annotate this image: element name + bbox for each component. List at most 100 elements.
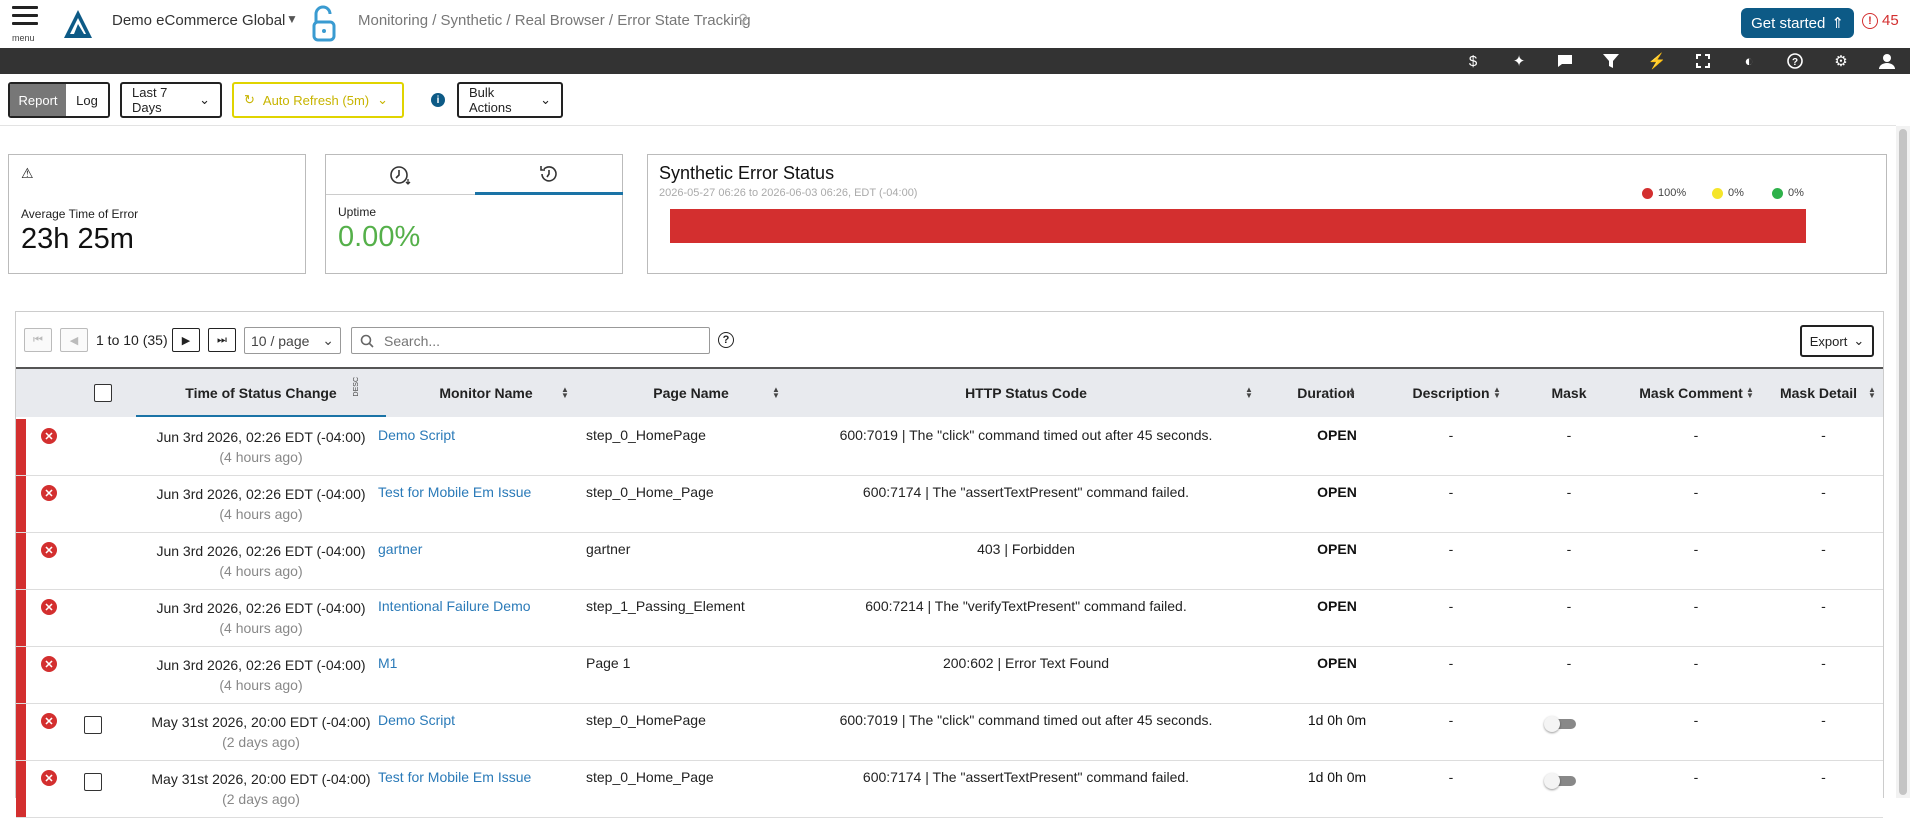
help-icon[interactable]: ? — [1784, 51, 1806, 71]
page-size-label: 10 / page — [251, 332, 310, 349]
divider — [0, 125, 1896, 126]
search-field — [351, 327, 710, 354]
table-row[interactable]: ✕ Jun 3rd 2026, 02:26 EDT (-04:00) (4 hour… — [16, 476, 1883, 533]
company-logo-icon[interactable] — [60, 6, 96, 42]
unlock-icon[interactable] — [310, 4, 338, 44]
col-mask[interactable]: Mask — [1519, 369, 1619, 417]
sparkles-icon[interactable]: ✦ — [1508, 51, 1530, 71]
monitor-name-link[interactable]: M1 — [378, 655, 397, 671]
fullscreen-icon[interactable] — [1692, 51, 1714, 71]
info-icon[interactable]: i — [431, 93, 445, 107]
sort-icon[interactable]: ▲ ▼ — [1746, 386, 1754, 400]
get-started-button[interactable]: Get started ⇑ — [1741, 8, 1854, 38]
history-icon — [540, 165, 557, 182]
filter-icon[interactable] — [1600, 51, 1622, 71]
col-monitor[interactable]: Monitor Name — [396, 369, 576, 417]
page-scrollbar[interactable] — [1896, 126, 1910, 798]
page-size-select[interactable]: 10 / page ⌄ — [244, 327, 341, 354]
sort-icon[interactable]: ▲ ▼ — [1245, 386, 1253, 400]
chevron-down-icon[interactable]: ▼ — [286, 12, 298, 26]
relative-time: (2 days ago) — [222, 734, 300, 750]
table-row[interactable]: ✕ Jun 3rd 2026, 02:26 EDT (-04:00) (4 hour… — [16, 590, 1883, 647]
mask-value: - — [1566, 598, 1572, 614]
bulk-actions-label: Bulk Actions — [469, 85, 512, 115]
alert-indicator[interactable]: ! 45 — [1862, 12, 1899, 29]
mask-toggle[interactable] — [1544, 773, 1580, 789]
mask-value: - — [1566, 427, 1572, 443]
error-row-marker — [16, 704, 26, 760]
contrast-icon[interactable]: ◐ — [1738, 51, 1760, 71]
avg-error-label: Average Time of Error — [21, 207, 139, 221]
status-change-time: Jun 3rd 2026, 02:26 EDT (-04:00) — [156, 486, 366, 502]
export-label: Export — [1809, 333, 1848, 349]
table-row[interactable]: ✕ May 31st 2026, 20:00 EDT (-04:00) (2 day… — [16, 704, 1883, 761]
row-checkbox[interactable] — [84, 716, 102, 734]
col-duration[interactable]: Duration — [1266, 369, 1386, 417]
report-view-button[interactable]: Report — [10, 84, 66, 116]
col-time[interactable]: Time of Status Change — [136, 369, 386, 417]
col-page[interactable]: Page Name — [586, 369, 796, 417]
mask-detail: - — [1821, 712, 1826, 728]
error-status-icon: ✕ — [41, 713, 57, 729]
sort-icon[interactable]: ▲ ▼ — [1868, 386, 1876, 400]
export-button[interactable]: Export ⌄ — [1800, 325, 1874, 357]
table-row[interactable]: ✕ Jun 3rd 2026, 02:26 EDT (-04:00) (4 hour… — [16, 419, 1883, 476]
org-selector[interactable]: Demo eCommerce Global — [112, 12, 285, 29]
description: - — [1448, 769, 1454, 785]
pin-icon[interactable]: ⚲ — [738, 11, 748, 28]
monitor-name-link[interactable]: Demo Script — [378, 427, 455, 443]
prev-page-button[interactable]: ◀ — [60, 328, 88, 352]
mask-detail: - — [1821, 655, 1826, 671]
monitor-name-link[interactable]: gartner — [378, 541, 422, 557]
sort-icon[interactable]: ▲ ▼ — [1348, 386, 1356, 400]
tab-time-up[interactable] — [475, 155, 623, 195]
tab-time-down[interactable] — [326, 155, 474, 195]
description: - — [1448, 598, 1454, 614]
col-mask-comment[interactable]: Mask Comment — [1626, 369, 1756, 417]
lightning-icon[interactable]: ⚡ — [1646, 51, 1668, 71]
monitor-name-link[interactable]: Test for Mobile Em Issue — [378, 484, 531, 500]
monitor-name-link[interactable]: Intentional Failure Demo — [378, 598, 531, 614]
sort-icon[interactable]: ▲ ▼ — [772, 386, 780, 400]
search-input[interactable] — [382, 331, 682, 350]
sort-icon[interactable]: ▲ ▼ — [1493, 386, 1501, 400]
date-range-select[interactable]: Last 7 Days ⌄ — [120, 82, 222, 118]
legend-dot-green — [1772, 187, 1783, 199]
gear-icon[interactable]: ⚙ — [1830, 51, 1852, 71]
col-mask-detail[interactable]: Mask Detail — [1766, 369, 1871, 417]
select-all-checkbox[interactable] — [94, 384, 112, 402]
top-bar: menu Demo eCommerce Global ▼ Monitoring … — [0, 0, 1910, 48]
status-change-time-cell: Jun 3rd 2026, 02:26 EDT (-04:00) (4 hours… — [134, 655, 388, 695]
mask-toggle[interactable] — [1544, 716, 1580, 732]
table-row[interactable]: ✕ Jun 3rd 2026, 02:26 EDT (-04:00) (4 hour… — [16, 533, 1883, 590]
relative-time: (4 hours ago) — [219, 449, 303, 465]
user-icon[interactable] — [1876, 51, 1898, 71]
error-status-icon: ✕ — [41, 770, 57, 786]
auto-refresh-button[interactable]: ↻ Auto Refresh (5m) ⌄ — [232, 82, 404, 118]
menu-button[interactable]: menu — [12, 6, 38, 43]
bulk-actions-button[interactable]: Bulk Actions ⌄ — [457, 82, 563, 118]
dollar-icon[interactable]: $ — [1462, 51, 1484, 71]
error-row-marker — [16, 476, 26, 532]
sort-icon[interactable]: ▲ ▼ — [561, 386, 569, 400]
monitor-name-link[interactable]: Demo Script — [378, 712, 455, 728]
mask-comment: - — [1693, 598, 1699, 614]
first-page-button[interactable]: ⏮ — [24, 328, 52, 352]
active-sort-underline — [136, 415, 386, 417]
page-name: step_1_Passing_Element — [586, 598, 745, 614]
description: - — [1448, 541, 1454, 557]
table-row[interactable]: ✕ May 31st 2026, 20:00 EDT (-04:00) (2 day… — [16, 761, 1883, 818]
last-page-button[interactable]: ⏭ — [208, 328, 236, 352]
row-checkbox[interactable] — [84, 773, 102, 791]
table-row[interactable]: ✕ Jun 3rd 2026, 02:26 EDT (-04:00) (4 hour… — [16, 647, 1883, 704]
chat-icon[interactable] — [1554, 51, 1576, 71]
log-view-button[interactable]: Log — [66, 84, 108, 116]
help-icon[interactable]: ? — [718, 332, 734, 348]
next-page-button[interactable]: ▶ — [172, 328, 200, 352]
col-code[interactable]: HTTP Status Code — [786, 369, 1266, 417]
breadcrumb: Monitoring / Synthetic / Real Browser / … — [358, 12, 751, 29]
sort-desc-indicator[interactable]: DESC — [353, 377, 360, 396]
scrollbar-thumb[interactable] — [1899, 129, 1907, 795]
monitor-name-link[interactable]: Test for Mobile Em Issue — [378, 769, 531, 785]
http-status-code: 600:7214 | The "verifyTextPresent" comma… — [865, 598, 1187, 614]
